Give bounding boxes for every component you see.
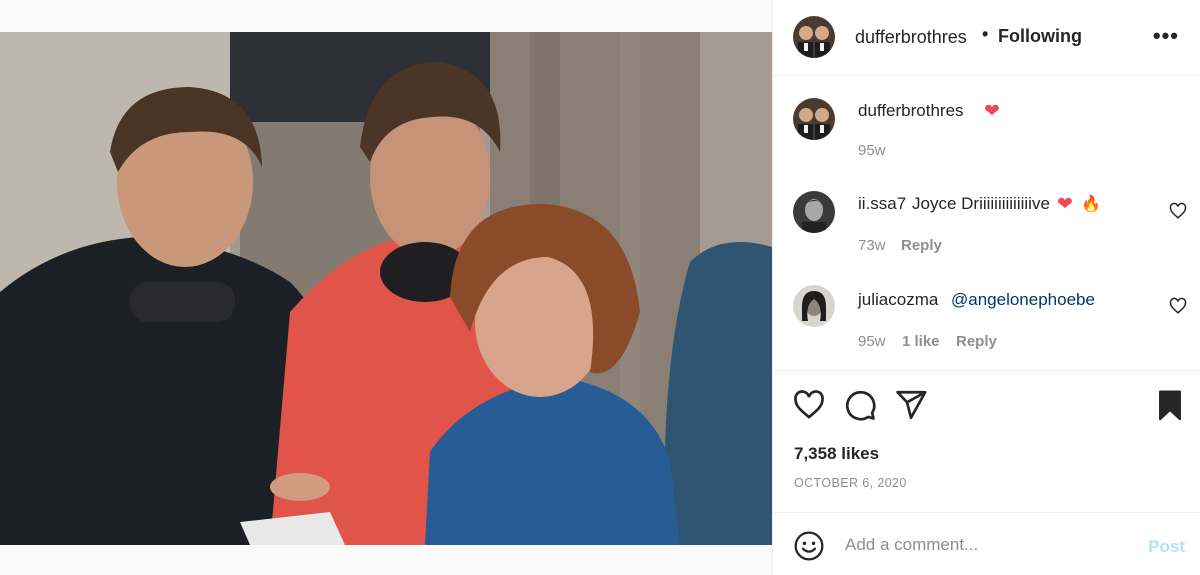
photo-illustration [0,32,772,545]
author-avatar[interactable] [793,16,835,58]
author-username[interactable]: dufferbrothres [855,27,967,48]
media-pane [0,0,772,575]
comment-reply-button[interactable]: Reply [901,237,942,254]
post-comment-button[interactable]: Post [1148,537,1185,557]
caption-time[interactable]: 95w [858,142,886,159]
following-button[interactable]: Following [998,26,1082,47]
likes-count[interactable]: 7,358 likes [794,444,879,464]
add-comment-row: Post [773,512,1200,575]
paper-plane-icon[interactable] [894,388,928,422]
post-photo[interactable] [0,32,772,545]
comment-username[interactable]: juliacozma [858,290,938,310]
separator-dot: • [982,24,989,44]
commenter-avatar[interactable] [793,191,835,233]
commenter-avatar[interactable] [793,285,835,327]
post-side-panel: dufferbrothres • Following ••• dufferbro… [772,0,1200,575]
comment-time[interactable]: 73w [858,237,886,254]
post-header: dufferbrothres • Following ••• [773,0,1200,76]
caption-username[interactable]: dufferbrothres [858,101,964,121]
post-date[interactable]: OCTOBER 6, 2020 [794,476,907,490]
comment-mention[interactable]: @angelonephoebe [951,290,1095,310]
fire-emoji: 🔥 [1081,196,1101,213]
comment-like-heart-icon[interactable] [1169,297,1187,315]
action-bar [773,388,1200,428]
bookmark-icon[interactable] [1153,388,1187,422]
comment-likes[interactable]: 1 like [902,333,940,350]
heart-emoji: ❤ [1057,194,1073,215]
caption-avatar[interactable] [793,98,835,140]
heart-emoji: ❤ [984,101,1000,122]
heart-icon[interactable] [792,388,826,422]
comment-reply-button[interactable]: Reply [956,333,997,350]
comment-like-heart-icon[interactable] [1169,202,1187,220]
comment-text: Joyce Driiiiiiiiiiiiiive [912,194,1050,213]
comments-list: dufferbrothres ❤ 95w ii.ssa7 Joyce Driii… [773,77,1200,371]
comment-username[interactable]: ii.ssa7 [858,194,906,214]
add-comment-input[interactable] [845,531,1135,559]
smiley-icon[interactable] [793,530,825,562]
comment-time[interactable]: 95w [858,333,886,350]
more-options-icon[interactable]: ••• [1153,25,1179,47]
comment-icon[interactable] [843,388,877,422]
